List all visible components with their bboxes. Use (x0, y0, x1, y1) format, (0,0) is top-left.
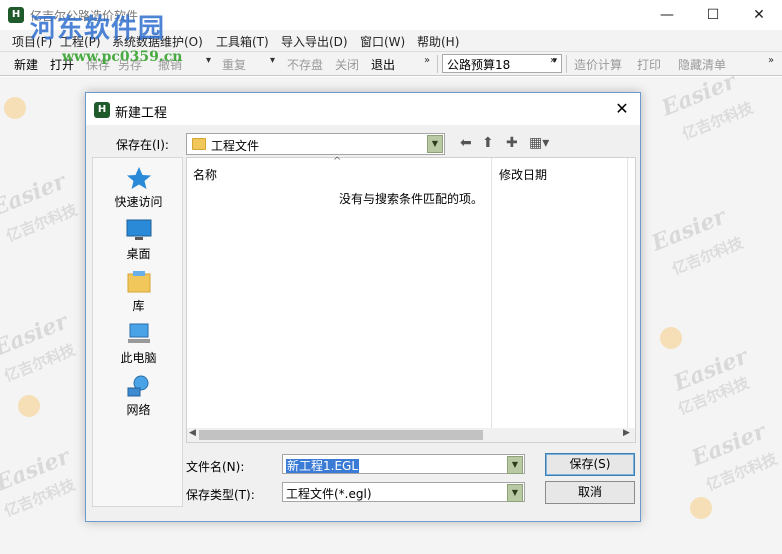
brand-watermark-logo (18, 395, 40, 417)
exit-button[interactable]: 退出 (371, 56, 395, 73)
place-network[interactable]: 网络 (93, 374, 184, 426)
column-header-name[interactable]: 名称 (193, 166, 217, 183)
hide-list-button[interactable]: 隐藏清单 (678, 56, 726, 73)
toolbar-end-overflow-icon[interactable]: » (768, 55, 774, 66)
maximize-button[interactable]: ☐ (690, 0, 736, 30)
toolbar-separator (437, 55, 438, 73)
desktop-icon (126, 219, 151, 240)
toolbar-separator (566, 55, 567, 73)
menu-help[interactable]: 帮助(H) (417, 33, 459, 50)
menu-toolbox[interactable]: 工具箱(T) (216, 33, 269, 50)
scrollbar-thumb[interactable] (199, 430, 483, 440)
places-sidebar: 快速访问 桌面 库 此电脑 网络 (92, 157, 183, 507)
chevron-down-icon[interactable]: ▼ (507, 484, 523, 502)
place-label: 库 (132, 299, 145, 313)
library-icon (127, 271, 150, 293)
close-project-button[interactable]: 关闭 (335, 56, 359, 73)
undo-dropdown-icon[interactable]: ▾ (206, 55, 211, 66)
print-button[interactable]: 打印 (637, 56, 661, 73)
file-type-value: 工程文件(*.egl) (286, 487, 372, 501)
menu-import-export[interactable]: 导入导出(D) (281, 33, 348, 50)
toolbar-overflow-icon[interactable]: » (424, 55, 430, 66)
empty-list-message: 没有与搜索条件匹配的项。 (339, 192, 484, 206)
place-label: 此电脑 (120, 351, 157, 365)
chevron-down-icon[interactable]: ▼ (427, 135, 443, 153)
place-library[interactable]: 库 (93, 270, 184, 322)
scroll-right-icon[interactable]: ▶ (623, 428, 630, 438)
place-label: 快速访问 (114, 195, 163, 209)
redo-dropdown-icon[interactable]: ▾ (270, 55, 275, 66)
no-save-button[interactable]: 不存盘 (287, 56, 323, 73)
new-folder-icon[interactable]: ✚ (506, 135, 518, 151)
file-type-label: 保存类型(T): (186, 488, 255, 502)
brand-watermark-logo (690, 497, 712, 519)
file-name-label: 文件名(N): (186, 460, 245, 474)
cancel-button[interactable]: 取消 (545, 481, 635, 504)
file-name-value: 新工程1.EGL (286, 459, 360, 473)
up-folder-icon[interactable]: ⬆ (482, 135, 494, 151)
view-menu-icon[interactable]: ▦▾ (529, 135, 549, 151)
place-this-pc[interactable]: 此电脑 (93, 322, 184, 374)
column-header-modified[interactable]: 修改日期 (499, 166, 547, 183)
column-divider[interactable] (627, 158, 628, 428)
file-type-select[interactable]: 工程文件(*.egl) ▼ (282, 482, 525, 502)
save-button[interactable]: 保存(S) (545, 453, 635, 476)
place-desktop[interactable]: 桌面 (93, 218, 184, 270)
star-icon (126, 167, 151, 189)
redo-button[interactable]: 重复 (222, 56, 246, 73)
computer-icon (127, 323, 150, 343)
place-label: 网络 (126, 403, 151, 417)
brand-watermark-logo (4, 97, 26, 119)
save-in-value: 工程文件 (211, 139, 260, 153)
new-project-dialog: H 新建工程 ✕ 保存在(I): 工程文件 ▼ ⬅ ⬆ ✚ ▦▾ 快速访问 桌面 (85, 92, 641, 522)
close-window-button[interactable]: ✕ (736, 0, 782, 30)
menu-window[interactable]: 窗口(W) (360, 33, 405, 50)
sort-ascending-icon: ^ (333, 156, 342, 167)
save-in-select[interactable]: 工程文件 ▼ (186, 133, 445, 155)
dialog-titlebar: H 新建工程 ✕ (86, 93, 640, 125)
budget-type-value: 公路预算18 (447, 58, 511, 72)
site-watermark-url: www.pc0359.cn (62, 49, 183, 65)
place-label: 桌面 (126, 247, 151, 261)
scroll-left-icon[interactable]: ◀ (189, 428, 196, 438)
minimize-button[interactable]: — (644, 0, 690, 30)
chevron-down-icon[interactable]: ▼ (507, 456, 523, 474)
calculate-cost-button[interactable]: 造价计算 (574, 56, 622, 73)
dialog-app-icon: H (94, 102, 110, 118)
new-button[interactable]: 新建 (14, 56, 38, 73)
folder-icon (192, 138, 206, 150)
site-watermark: 河东软件园 (30, 14, 166, 44)
dialog-title: 新建工程 (115, 106, 168, 121)
file-list-view[interactable]: ^ 名称 修改日期 没有与搜索条件匹配的项。 ◀ ▶ (186, 156, 636, 443)
horizontal-scrollbar[interactable]: ◀ ▶ (187, 428, 635, 442)
combo-overflow-icon[interactable]: » (550, 55, 556, 66)
brand-watermark-logo (660, 327, 682, 349)
network-icon (127, 375, 148, 397)
app-logo-icon: H (8, 7, 24, 23)
dialog-close-button[interactable]: ✕ (610, 98, 634, 120)
place-quick-access[interactable]: 快速访问 (93, 166, 184, 218)
back-arrow-icon[interactable]: ⬅ (460, 135, 472, 151)
budget-type-select[interactable]: 公路预算18 ▾ (442, 54, 562, 73)
save-in-label: 保存在(I): (116, 138, 169, 152)
column-divider[interactable] (491, 158, 492, 428)
file-name-input[interactable]: 新工程1.EGL ▼ (282, 454, 525, 474)
